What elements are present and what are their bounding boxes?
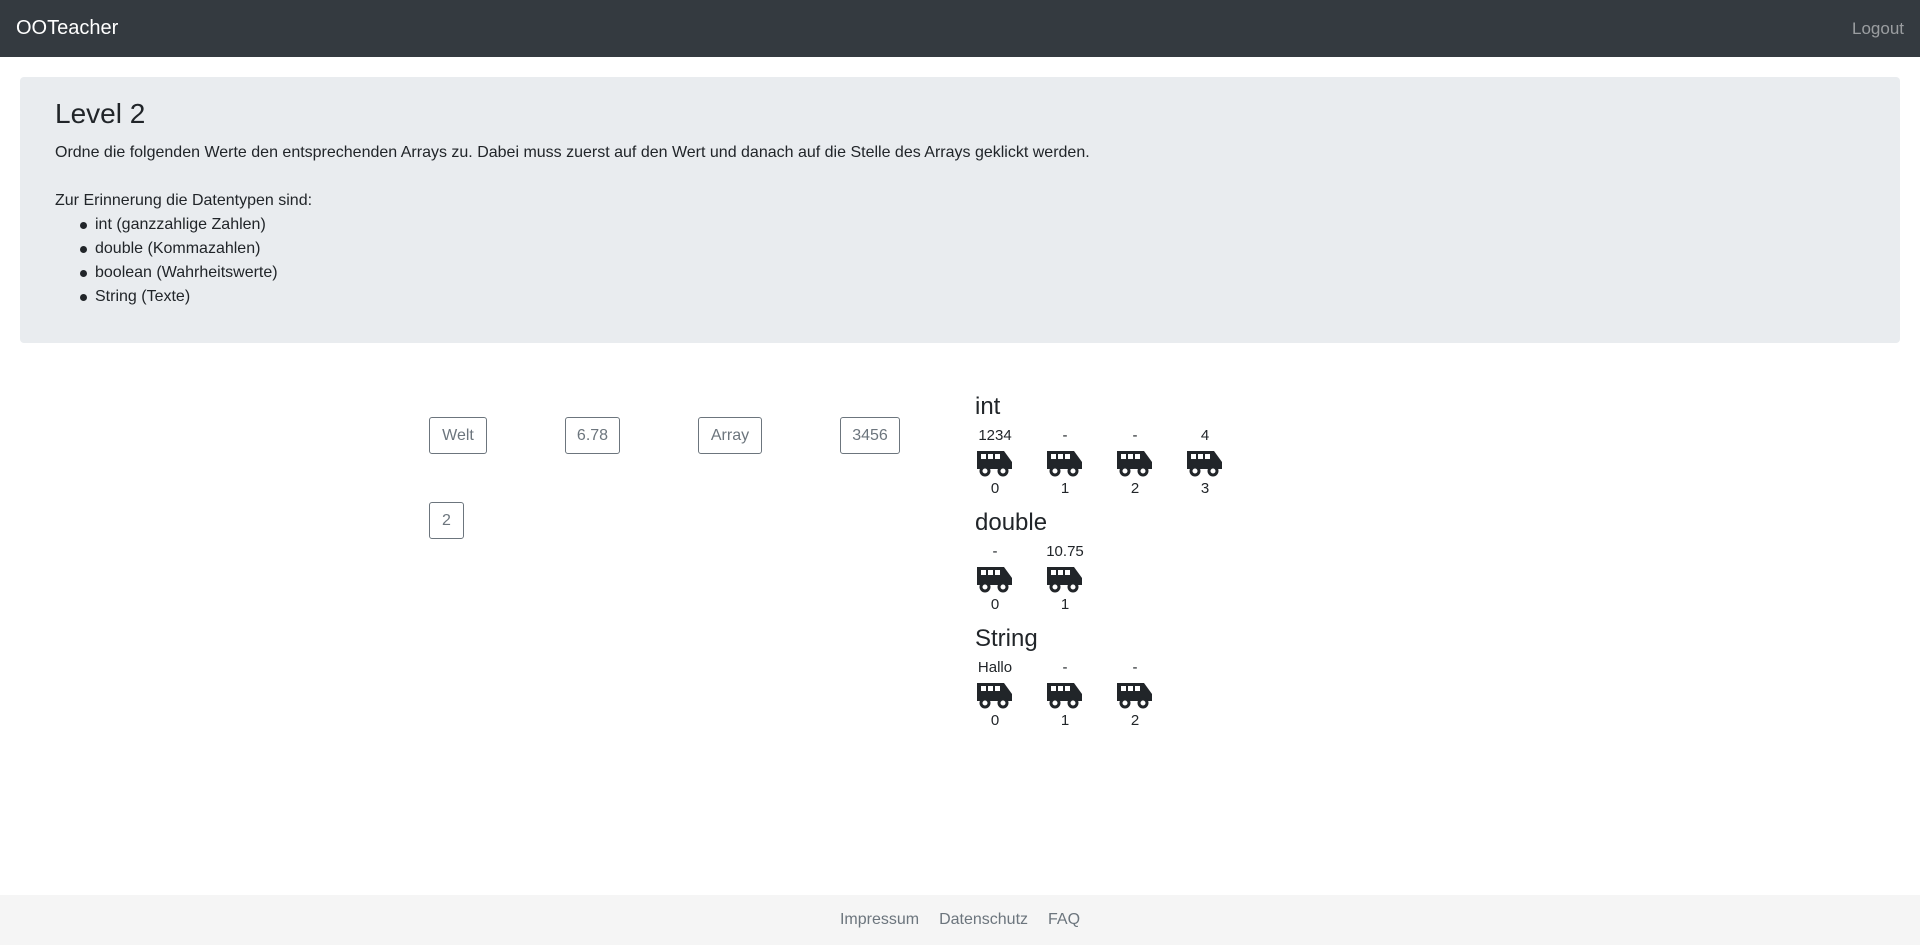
instruction-text: Ordne die folgenden Werte den entspreche… bbox=[55, 143, 1090, 161]
bus-icon bbox=[1047, 683, 1082, 709]
slot-index: 1 bbox=[1060, 596, 1070, 613]
array-slot[interactable]: - 2 bbox=[1115, 658, 1185, 734]
footer-link-datenschutz[interactable]: Datenschutz bbox=[939, 911, 1028, 929]
array-string: String Hallo 0 - 1 - 2 bbox=[975, 624, 1295, 734]
value-button-3456[interactable]: 3456 bbox=[840, 417, 900, 454]
slot-value: - bbox=[1062, 427, 1068, 444]
slot-value: Hallo bbox=[977, 659, 1013, 676]
slot-index: 3 bbox=[1200, 480, 1210, 497]
array-slot[interactable]: - 1 bbox=[1045, 426, 1115, 502]
bus-icon bbox=[977, 567, 1012, 593]
level-intro: Level 2 Ordne die folgenden Werte den en… bbox=[20, 77, 1900, 343]
slot-value: 1234 bbox=[978, 427, 1012, 444]
datatype-item: double (Kommazahlen) bbox=[80, 237, 1865, 261]
bus-icon bbox=[1047, 567, 1082, 593]
brand-link[interactable]: OOTeacher bbox=[16, 17, 118, 40]
datatype-list: int (ganzzahlige Zahlen) double (Kommaza… bbox=[55, 213, 1865, 309]
bus-icon bbox=[977, 683, 1012, 709]
slot-value: - bbox=[1132, 659, 1138, 676]
array-title: double bbox=[975, 509, 1048, 536]
array-slot[interactable]: 1234 0 bbox=[975, 426, 1045, 502]
slot-index: 0 bbox=[990, 712, 1000, 729]
slot-index: 2 bbox=[1130, 712, 1140, 729]
slot-value: - bbox=[1132, 427, 1138, 444]
bus-icon bbox=[1117, 451, 1152, 477]
bus-icon bbox=[1117, 683, 1152, 709]
array-title: String bbox=[975, 625, 1038, 652]
bus-icon bbox=[1187, 451, 1222, 477]
slot-index: 0 bbox=[990, 596, 1000, 613]
value-button-array[interactable]: Array bbox=[698, 417, 762, 454]
datatype-item: boolean (Wahrheitswerte) bbox=[80, 261, 1865, 285]
slot-value: - bbox=[1062, 659, 1068, 676]
array-slot[interactable]: 10.75 1 bbox=[1045, 542, 1115, 618]
array-slot[interactable]: - 2 bbox=[1115, 426, 1185, 502]
slot-index: 1 bbox=[1060, 712, 1070, 729]
array-slot[interactable]: - 0 bbox=[975, 542, 1045, 618]
datatype-item: int (ganzzahlige Zahlen) bbox=[80, 213, 1865, 237]
array-int: int 1234 0 - 1 - 2 4 3 bbox=[975, 392, 1295, 502]
array-targets: int 1234 0 - 1 - 2 4 3 double - 0 10.75 … bbox=[975, 392, 1295, 740]
level-title: Level 2 bbox=[55, 98, 146, 129]
array-slot[interactable]: 4 3 bbox=[1185, 426, 1255, 502]
value-button-2[interactable]: 2 bbox=[429, 502, 464, 539]
slot-value: - bbox=[992, 543, 998, 560]
value-button-6-78[interactable]: 6.78 bbox=[565, 417, 620, 454]
bus-icon bbox=[977, 451, 1012, 477]
slot-value: 10.75 bbox=[1046, 543, 1084, 560]
array-slot[interactable]: - 1 bbox=[1045, 658, 1115, 734]
slot-index: 0 bbox=[990, 480, 1000, 497]
value-button-welt[interactable]: Welt bbox=[429, 417, 487, 454]
logout-link[interactable]: Logout bbox=[1852, 19, 1904, 39]
navbar: OOTeacher Logout bbox=[0, 0, 1920, 57]
slot-index: 2 bbox=[1130, 480, 1140, 497]
footer-link-faq[interactable]: FAQ bbox=[1048, 911, 1080, 929]
array-slot[interactable]: Hallo 0 bbox=[975, 658, 1045, 734]
footer: Impressum Datenschutz FAQ bbox=[0, 895, 1920, 945]
bus-icon bbox=[1047, 451, 1082, 477]
slot-value: 4 bbox=[1200, 427, 1210, 444]
slot-index: 1 bbox=[1060, 480, 1070, 497]
footer-link-impressum[interactable]: Impressum bbox=[840, 911, 919, 929]
array-title: int bbox=[975, 393, 1001, 420]
datatype-item: String (Texte) bbox=[80, 285, 1865, 309]
reminder-text: Zur Erinnerung die Datentypen sind: bbox=[55, 191, 313, 209]
array-double: double - 0 10.75 1 bbox=[975, 508, 1295, 618]
